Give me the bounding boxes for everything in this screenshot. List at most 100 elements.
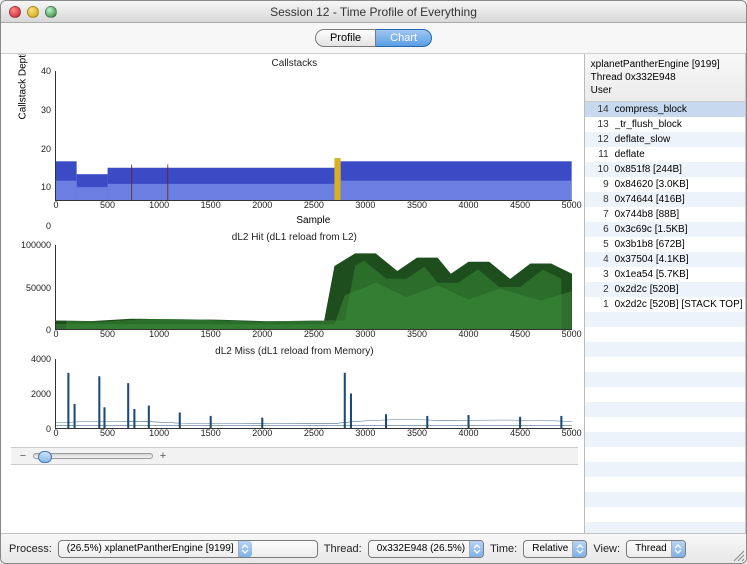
time-label: Time:	[490, 543, 517, 555]
stack-row-depth: 6	[587, 224, 609, 235]
stack-row-label: deflate	[615, 149, 743, 160]
stack-row-empty	[585, 432, 745, 447]
stack-row-depth: 3	[587, 269, 609, 280]
stack-row-empty	[585, 387, 745, 402]
stack-row[interactable]: 60x3c69c [1.5KB]	[585, 222, 745, 237]
stack-row[interactable]: 7 0x744b8 [88B]	[585, 207, 745, 222]
stack-row[interactable]: 13 _tr_flush_block	[585, 117, 745, 132]
stack-row-label: 0x2d2c [520B]	[615, 284, 743, 295]
stack-row[interactable]: 1 0x2d2c [520B] [STACK TOP]	[585, 297, 745, 312]
process-combo[interactable]: (26.5%) xplanetPantherEngine [9199]	[58, 540, 318, 558]
stack-row-empty	[585, 372, 745, 387]
stack-row-label: deflate_slow	[615, 134, 743, 145]
stack-row-depth: 8	[587, 194, 609, 205]
chart-callstacks: Callstacks Callstack Depth 0 10 20 30 40	[11, 58, 578, 226]
time-value: Relative	[528, 543, 572, 554]
segment-control: Profile Chart	[1, 23, 746, 54]
zoom-out-button[interactable]: −	[17, 450, 29, 462]
chevron-updown-icon	[469, 541, 483, 557]
stack-row-depth: 10	[587, 164, 609, 175]
view-value: Thread	[631, 543, 671, 554]
zoom-bar: − +	[11, 447, 578, 465]
stack-row-label: 0x744b8 [88B]	[615, 209, 743, 220]
process-label: Process:	[9, 543, 52, 555]
chart-plot-area[interactable]: 0 500 1000 1500 2000 2500 3000 3500 4000…	[55, 245, 572, 330]
stack-row-empty	[585, 492, 745, 507]
stack-row-empty	[585, 462, 745, 477]
stack-row-label: 0x2d2c [520B] [STACK TOP]	[615, 299, 743, 310]
close-icon[interactable]	[9, 6, 21, 18]
stack-row-empty	[585, 327, 745, 342]
process-value: (26.5%) xplanetPantherEngine [9199]	[63, 543, 238, 554]
stack-row[interactable]: 4 0x37504 [4.1KB]	[585, 252, 745, 267]
stack-row-empty	[585, 342, 745, 357]
stack-row-label: 0x74644 [416B]	[615, 194, 743, 205]
thread-value: 0x332E948 (26.5%)	[373, 543, 469, 554]
chevron-updown-icon	[238, 541, 252, 557]
stack-row-depth: 14	[587, 104, 609, 115]
y-axis: 0 50000 100000	[25, 245, 53, 330]
traffic-lights	[1, 6, 57, 18]
stack-row[interactable]: 12 deflate_slow	[585, 132, 745, 147]
callstack-panel: xplanetPantherEngine [9199] Thread 0x332…	[585, 54, 745, 533]
chart-plot-area[interactable]: 0 500 1000 1500 2000 2500 3000 3500 4000…	[55, 71, 572, 201]
minimize-icon[interactable]	[27, 6, 39, 18]
x-axis: 0 500 1000 1500 2000 2500 3000 3500 4000…	[56, 329, 572, 343]
callstack-thread: Thread 0x332E948	[591, 71, 739, 84]
stack-row-empty	[585, 507, 745, 522]
callstack-process: xplanetPantherEngine [9199]	[591, 58, 739, 71]
x-axis: 0 500 1000 1500 2000 2500 3000 3500 4000…	[56, 200, 572, 214]
stack-row-empty	[585, 447, 745, 462]
stack-row[interactable]: 50x3b1b8 [672B]	[585, 237, 745, 252]
zoom-icon[interactable]	[45, 6, 57, 18]
thread-label: Thread:	[324, 543, 362, 555]
stack-row[interactable]: 9 0x84620 [3.0KB]	[585, 177, 745, 192]
callstack-user: User	[591, 84, 739, 97]
charts-pane: Callstacks Callstack Depth 0 10 20 30 40	[1, 54, 585, 533]
slider-thumb[interactable]	[38, 451, 52, 463]
vertical-scrollbar[interactable]	[745, 54, 746, 533]
chart-plot-area[interactable]: 0 500 1000 1500 2000 2500 3000 3500 4000…	[55, 359, 572, 429]
stack-row-empty	[585, 522, 745, 533]
stack-row-label: 0x84620 [3.0KB]	[615, 179, 743, 190]
stack-row-label: compress_block	[615, 104, 743, 115]
x-axis: 0 500 1000 1500 2000 2500 3000 3500 4000…	[56, 428, 572, 442]
stack-row-label: 0x1ea54 [5.7KB]	[615, 269, 743, 280]
stack-row[interactable]: 10 0x851f8 [244B]	[585, 162, 745, 177]
stack-row-label: 0x851f8 [244B]	[615, 164, 743, 175]
y-axis: 0 2000 4000	[25, 359, 53, 429]
titlebar: Session 12 - Time Profile of Everything	[1, 1, 746, 23]
tab-chart[interactable]: Chart	[376, 29, 432, 47]
thread-combo[interactable]: 0x332E948 (26.5%)	[368, 540, 484, 558]
stack-row-depth: 9	[587, 179, 609, 190]
stack-row[interactable]: 11deflate	[585, 147, 745, 162]
stack-row-empty	[585, 312, 745, 327]
resize-grip-icon[interactable]	[732, 549, 744, 561]
app-window: Session 12 - Time Profile of Everything …	[0, 0, 747, 564]
stack-row-depth: 13	[587, 119, 609, 130]
view-label: View:	[593, 543, 620, 555]
chevron-updown-icon	[572, 541, 586, 557]
view-combo[interactable]: Thread	[626, 540, 686, 558]
stack-row[interactable]: 3 0x1ea54 [5.7KB]	[585, 267, 745, 282]
stack-row[interactable]: 8 0x74644 [416B]	[585, 192, 745, 207]
time-combo[interactable]: Relative	[523, 540, 587, 558]
stack-row[interactable]: 2 0x2d2c [520B]	[585, 282, 745, 297]
stack-row-depth: 5	[587, 239, 609, 250]
stack-row-depth: 7	[587, 209, 609, 220]
chart-title: dL2 Miss (dL1 reload from Memory)	[11, 346, 578, 357]
callstack-list[interactable]: 14compress_block13_tr_flush_block12defla…	[585, 102, 745, 533]
zoom-in-button[interactable]: +	[157, 450, 169, 462]
zoom-slider[interactable]	[33, 453, 153, 459]
stack-row-depth: 1	[587, 299, 609, 310]
stack-row-label: _tr_flush_block	[615, 119, 743, 130]
stack-row-depth: 2	[587, 284, 609, 295]
stack-row-label: 0x37504 [4.1KB]	[615, 254, 743, 265]
chart-dl2-miss: dL2 Miss (dL1 reload from Memory) 0 2000…	[11, 346, 578, 429]
stack-row-depth: 12	[587, 134, 609, 145]
chevron-updown-icon	[671, 541, 685, 557]
tab-profile[interactable]: Profile	[315, 29, 376, 47]
stack-row-depth: 4	[587, 254, 609, 265]
chart-title: dL2 Hit (dL1 reload from L2)	[11, 232, 578, 243]
stack-row[interactable]: 14 compress_block	[585, 102, 745, 117]
